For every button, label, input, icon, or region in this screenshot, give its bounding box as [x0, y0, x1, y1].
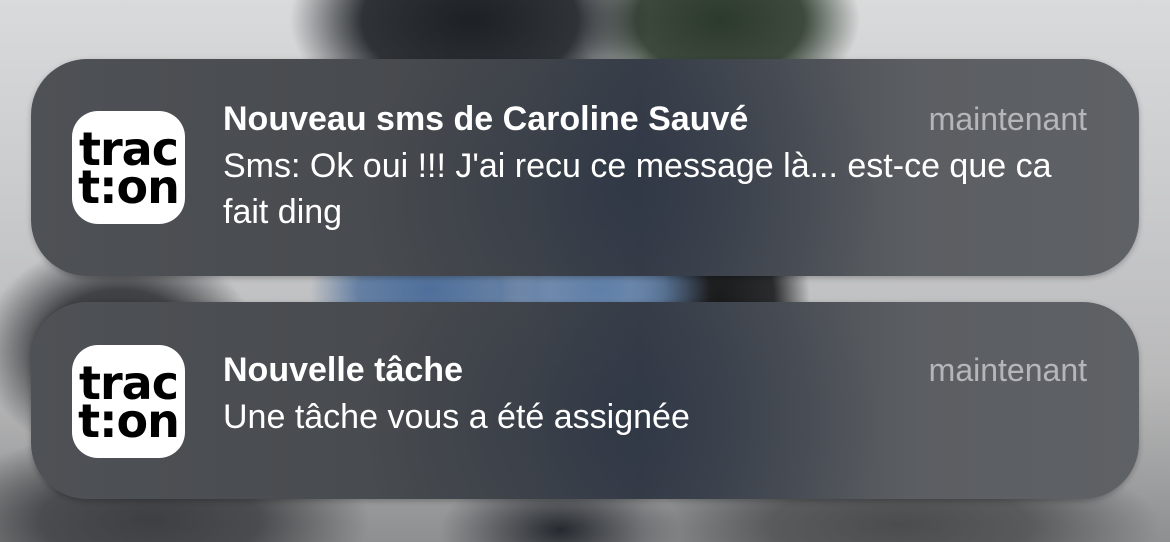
traction-app-icon: trac t:on [72, 111, 185, 224]
notification-content: Nouveau sms de Caroline Sauvé maintenant… [223, 97, 1087, 235]
notification-task[interactable]: trac t:on Nouvelle tâche maintenant Une … [31, 302, 1139, 499]
notification-time: maintenant [928, 352, 1087, 388]
app-icon-text-line-2: t:on [78, 159, 180, 214]
notification-body: Une tâche vous a été assignée [223, 398, 690, 436]
notification-body: Sms: Ok oui !!! J'ai recu ce message là.… [223, 147, 1052, 231]
notification-sms[interactable]: trac t:on Nouveau sms de Caroline Sauvé … [31, 59, 1139, 276]
app-icon-text-line-2: t:on [78, 393, 180, 448]
traction-app-icon: trac t:on [72, 345, 185, 458]
notification-content: Nouvelle tâche maintenant Une tâche vous… [223, 348, 1087, 440]
notification-time: maintenant [928, 101, 1087, 137]
